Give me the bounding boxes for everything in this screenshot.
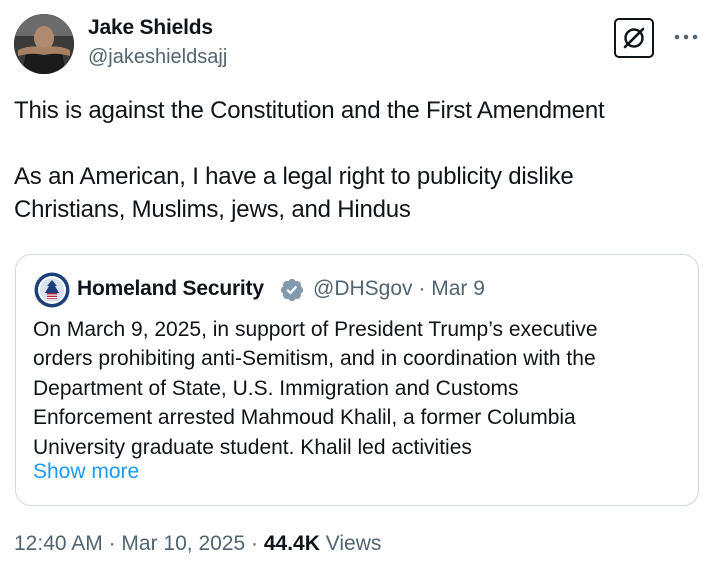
grok-icon xyxy=(623,27,645,49)
quote-line: On March 9, 2025, in support of Presiden… xyxy=(33,318,598,341)
author-handle[interactable]: @jakeshieldsajj xyxy=(88,46,227,69)
author-avatar[interactable] xyxy=(14,14,74,74)
quote-handle[interactable]: @DHSgov xyxy=(313,277,413,300)
separator: · xyxy=(251,532,259,555)
quote-meta: @DHSgov · Mar 9 xyxy=(313,277,485,301)
more-options-button[interactable] xyxy=(668,22,704,52)
quote-avatar[interactable] xyxy=(33,271,71,309)
separator: · xyxy=(108,532,116,555)
quote-line: University graduate student. Khalil led … xyxy=(33,435,472,459)
author-name[interactable]: Jake Shields xyxy=(88,16,213,40)
verified-gray-badge-icon xyxy=(280,278,304,302)
tweet-time[interactable]: 12:40 AM xyxy=(14,532,103,555)
grok-button[interactable] xyxy=(614,18,654,58)
show-more-link[interactable]: Show more xyxy=(33,460,139,484)
quote-line: orders prohibiting anti-Semitism, and in… xyxy=(33,347,596,371)
tweet-date[interactable]: Mar 10, 2025 xyxy=(121,532,245,555)
quote-text: On March 9, 2025, in support of Presiden… xyxy=(33,315,693,462)
tweet: Jake Shields @jakeshieldsajj This is aga… xyxy=(0,0,716,579)
more-dots-icon xyxy=(674,34,698,40)
quote-line: Department of State, U.S. Immigration an… xyxy=(33,376,519,400)
tweet-line: As an American, I have a legal right to … xyxy=(14,163,574,190)
tweet-line: This is against the Constitution and the… xyxy=(14,97,605,124)
views-label: Views xyxy=(325,532,382,555)
dhs-seal-icon xyxy=(33,271,71,309)
quote-line: Enforcement arrested Mahmoud Khalil, a f… xyxy=(33,406,576,430)
quote-date[interactable]: Mar 9 xyxy=(431,277,485,300)
separator: · xyxy=(418,277,426,300)
tweet-text: This is against the Constitution and the… xyxy=(14,94,694,226)
quote-author-name[interactable]: Homeland Security xyxy=(77,277,264,301)
quoted-tweet[interactable]: Homeland Security @DHSgov · Mar 9 On Mar… xyxy=(15,254,699,506)
views-count: 44.4K xyxy=(263,532,320,555)
tweet-line: Christians, Muslims, jews, and Hindus xyxy=(14,196,411,223)
tweet-footer: 12:40 AM · Mar 10, 2025 · 44.4K Views xyxy=(14,532,381,556)
